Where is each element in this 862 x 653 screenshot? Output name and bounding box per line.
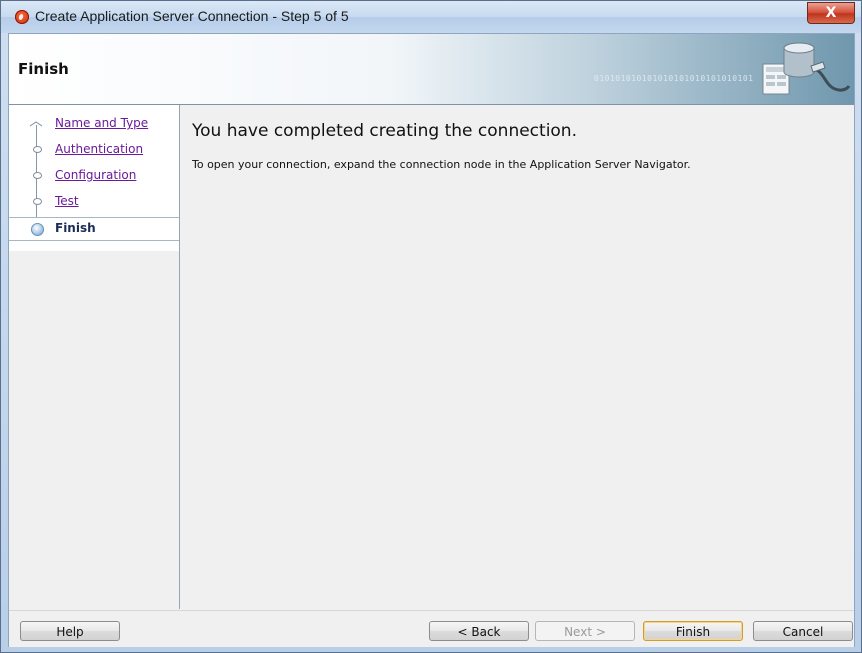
window-title: Create Application Server Connection - S… (35, 8, 349, 24)
next-button[interactable]: Next > (535, 621, 635, 641)
nav-step-label[interactable]: Test (55, 194, 79, 208)
step-node-icon (33, 198, 42, 205)
wizard-content: You have completed creating the connecti… (180, 105, 854, 609)
page-title: Finish (18, 60, 69, 78)
app-icon (15, 10, 29, 24)
nav-step-label: Finish (55, 221, 96, 235)
header-banner: Finish 010101010101010101010101010101 (9, 34, 854, 105)
nav-step-name-and-type[interactable]: Name and Type (9, 111, 179, 137)
back-button[interactable]: < Back (429, 621, 529, 641)
step-node-icon (33, 146, 42, 153)
current-step-icon (31, 223, 44, 236)
title-bar[interactable]: Create Application Server Connection - S… (1, 1, 861, 33)
completion-heading: You have completed creating the connecti… (192, 121, 577, 141)
nav-step-test[interactable]: Test (9, 189, 179, 215)
nav-step-finish[interactable]: Finish (9, 217, 179, 241)
button-bar: Help < Back Next > Finish Cancel (9, 610, 854, 647)
nav-step-label[interactable]: Authentication (55, 142, 143, 156)
wizard-step-nav: Name and Type Authentication Configurati… (9, 105, 180, 609)
dialog-window: Create Application Server Connection - S… (0, 0, 862, 653)
nav-step-label[interactable]: Name and Type (55, 116, 148, 130)
database-connection-icon (762, 42, 851, 95)
step-start-icon (29, 121, 43, 127)
cancel-button[interactable]: Cancel (753, 621, 853, 641)
nav-step-authentication[interactable]: Authentication (9, 137, 179, 163)
close-button[interactable]: X (807, 2, 855, 24)
completion-message: To open your connection, expand the conn… (192, 158, 691, 171)
nav-step-label[interactable]: Configuration (55, 168, 136, 182)
finish-button[interactable]: Finish (643, 621, 743, 641)
close-icon: X (825, 5, 837, 21)
banner-binary-decoration: 010101010101010101010101010101 (594, 74, 754, 83)
dialog-client-area: Finish 010101010101010101010101010101 Na… (8, 33, 855, 647)
help-button[interactable]: Help (20, 621, 120, 641)
nav-empty-area (9, 251, 179, 609)
step-node-icon (33, 172, 42, 179)
nav-step-configuration[interactable]: Configuration (9, 163, 179, 189)
